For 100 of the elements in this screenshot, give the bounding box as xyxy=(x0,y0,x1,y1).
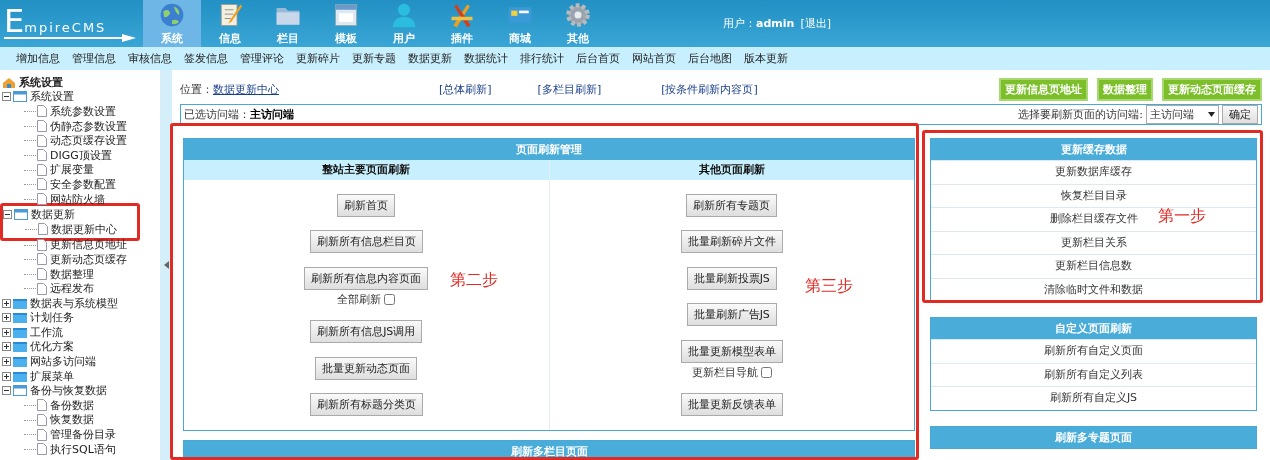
list-link[interactable]: 清除临时文件和数据 xyxy=(931,277,1256,301)
option-label: 更新栏目导航 xyxy=(691,364,758,380)
window-icon xyxy=(332,1,360,29)
folder-icon xyxy=(13,297,27,309)
expand-icon[interactable] xyxy=(2,327,11,337)
page-icon xyxy=(37,178,47,191)
tree-item[interactable]: 数据更新 xyxy=(3,207,75,222)
refresh-button[interactable]: 刷新首页 xyxy=(337,193,396,217)
user-icon xyxy=(390,1,418,29)
tree-item[interactable]: 执行SQL语句 xyxy=(2,441,116,457)
panel-title: 更新缓存数据 xyxy=(931,139,1256,160)
menu-item[interactable]: 管理评论 xyxy=(236,51,288,66)
expand-icon[interactable] xyxy=(2,298,11,308)
checkbox[interactable] xyxy=(384,293,396,305)
panel-title: 页面刷新管理 xyxy=(184,139,914,160)
refresh-button[interactable]: 刷新所有信息内容页面 xyxy=(304,266,429,290)
panel-title: 自定义页面刷新 xyxy=(931,318,1256,339)
expand-icon[interactable] xyxy=(2,342,11,352)
refresh-button[interactable]: 批量刷新投票JS xyxy=(686,266,777,290)
menu-item[interactable]: 数据统计 xyxy=(460,51,512,66)
menu-item[interactable]: 排行统计 xyxy=(516,51,568,66)
refresh-button[interactable]: 批量刷新广告JS xyxy=(686,303,777,327)
tree-item[interactable]: 安全参数配置 xyxy=(2,177,116,192)
page-icon xyxy=(37,163,47,176)
tree-item[interactable]: 更新动态页缓存 xyxy=(2,252,127,267)
tree-item[interactable]: 数据整理 xyxy=(2,266,94,282)
refresh-button[interactable]: 批量更新模型表单 xyxy=(680,339,783,363)
tree-item[interactable]: 网站多访问端 xyxy=(2,354,96,369)
option-label: 全部刷新 xyxy=(337,291,382,307)
tree-item[interactable]: 备份数据 xyxy=(2,398,94,413)
step-label: 第二步 xyxy=(450,270,498,291)
refresh-link[interactable]: [多栏目刷新] xyxy=(537,82,602,97)
tree-item[interactable]: 系统参数设置 xyxy=(2,104,116,119)
menu-item[interactable]: 更新碎片 xyxy=(292,51,344,66)
page-icon xyxy=(37,268,47,280)
refresh-button[interactable]: 刷新所有标题分类页 xyxy=(309,393,423,417)
folder-icon xyxy=(13,326,27,338)
refresh-button[interactable]: 刷新所有专题页 xyxy=(686,193,778,217)
tree-item[interactable]: DIGG顶设置 xyxy=(2,147,112,163)
refresh-button[interactable]: 批量刷新碎片文件 xyxy=(680,230,783,254)
list-link[interactable]: 更新栏目信息数 xyxy=(931,254,1256,278)
page-icon xyxy=(37,399,47,412)
expand-icon[interactable] xyxy=(2,371,11,381)
refresh-button[interactable]: 刷新所有信息栏目页 xyxy=(309,230,423,254)
tree-item[interactable]: 更新信息页地址 xyxy=(2,237,127,253)
list-link[interactable]: 刷新所有自定义列表 xyxy=(931,362,1256,386)
window-icon xyxy=(13,91,27,103)
expand-icon[interactable] xyxy=(2,313,11,323)
menu-item[interactable]: 版本更新 xyxy=(740,51,792,66)
location-link[interactable]: 数据更新中心 xyxy=(213,82,279,97)
menu-item[interactable]: 数据更新 xyxy=(404,51,456,66)
collapse-icon[interactable] xyxy=(2,92,11,102)
column-title: 整站主要页面刷新 xyxy=(184,160,549,180)
list-link[interactable]: 刷新所有自定义JS xyxy=(931,386,1256,410)
menu-item[interactable]: 网站首页 xyxy=(628,51,680,66)
tree-item[interactable]: 动态页缓存设置 xyxy=(2,133,127,148)
location-label: 位置： xyxy=(180,82,213,97)
access-select[interactable]: 主访问端 xyxy=(1146,105,1219,124)
tree-item[interactable]: 数据表与系统模型 xyxy=(2,295,118,311)
menu-item[interactable]: 后台首页 xyxy=(572,51,624,66)
tree-item[interactable]: 远程发布 xyxy=(2,281,94,296)
refresh-link[interactable]: [按条件刷新内容页] xyxy=(661,82,758,97)
menu-item[interactable]: 审核信息 xyxy=(124,51,176,66)
folder-icon xyxy=(13,370,27,382)
tree-item[interactable]: 系统设置 xyxy=(2,89,74,105)
menu-item[interactable]: 管理信息 xyxy=(68,51,120,66)
list-link[interactable]: 更新数据库缓存 xyxy=(931,160,1256,184)
refresh-button[interactable]: 批量更新动态页面 xyxy=(315,356,418,380)
tree-item[interactable]: 伪静态参数设置 xyxy=(2,118,127,134)
tree-item[interactable]: 计划任务 xyxy=(2,310,74,326)
list-link[interactable]: 更新栏目关系 xyxy=(931,230,1256,254)
menu-item[interactable]: 签发信息 xyxy=(180,51,232,66)
refresh-link[interactable]: [总体刷新] xyxy=(439,82,492,97)
tree-item[interactable]: 优化方案 xyxy=(2,339,74,355)
tree-item[interactable]: 数据更新中心 xyxy=(3,221,117,237)
refresh-button[interactable]: 刷新所有信息JS调用 xyxy=(310,320,423,344)
tree-item[interactable]: 扩展菜单 xyxy=(2,368,74,384)
collapse-icon[interactable] xyxy=(2,386,11,396)
refresh-button[interactable]: 批量更新反馈表单 xyxy=(680,393,783,417)
access-status: 已选访问端：主访问端 xyxy=(184,107,294,122)
tree-item[interactable]: 工作流 xyxy=(2,325,63,340)
tree-item[interactable]: 恢复数据 xyxy=(2,412,94,428)
list-link[interactable]: 刷新所有自定义页面 xyxy=(931,339,1256,363)
collapse-arrow-icon[interactable] xyxy=(163,261,169,269)
tree-item[interactable]: 备份与恢复数据 xyxy=(2,383,107,399)
arrow-icon xyxy=(4,34,136,42)
confirm-button[interactable]: 确定 xyxy=(1222,105,1258,124)
expand-icon[interactable] xyxy=(2,357,11,367)
menu-item[interactable]: 增加信息 xyxy=(12,51,64,66)
tree-item[interactable]: 网站防火墙 xyxy=(2,191,105,207)
list-link[interactable]: 恢复栏目目录 xyxy=(931,183,1256,207)
folder-icon xyxy=(13,356,27,368)
page-icon xyxy=(37,428,47,441)
tree-item[interactable]: 管理备份目录 xyxy=(2,427,116,442)
tree-item[interactable]: 扩展变量 xyxy=(2,162,94,178)
menu-item[interactable]: 后台地图 xyxy=(684,51,736,66)
menu-item[interactable]: 更新专题 xyxy=(348,51,400,66)
checkbox[interactable] xyxy=(760,366,772,378)
page-icon xyxy=(37,105,47,118)
collapse-icon[interactable] xyxy=(3,210,12,220)
